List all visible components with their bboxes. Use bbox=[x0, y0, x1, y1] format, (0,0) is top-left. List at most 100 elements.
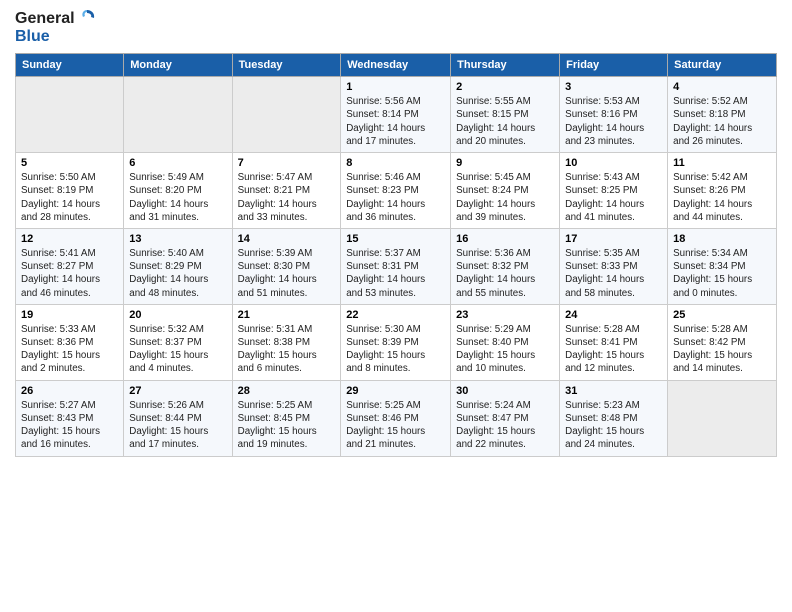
day-number: 31 bbox=[565, 385, 662, 397]
calendar-week-row: 1 Sunrise: 5:56 AM Sunset: 8:14 PM Daylig… bbox=[16, 77, 777, 153]
day-number: 22 bbox=[346, 309, 445, 321]
calendar-week-row: 19 Sunrise: 5:33 AM Sunset: 8:36 PM Dayli… bbox=[16, 304, 777, 380]
day-number: 14 bbox=[238, 233, 336, 245]
day-number: 11 bbox=[673, 157, 771, 169]
logo-blue-text: Blue bbox=[15, 28, 97, 46]
day-number: 30 bbox=[456, 385, 554, 397]
day-number: 21 bbox=[238, 309, 336, 321]
calendar-cell: 14Sunrise: 5:39 AM Sunset: 8:30 PM Dayli… bbox=[232, 228, 341, 304]
day-info: Sunrise: 5:31 AM Sunset: 8:38 PM Dayligh… bbox=[238, 323, 336, 376]
day-number: 26 bbox=[21, 385, 118, 397]
day-info: Sunrise: 5:52 AM Sunset: 8:18 PM Dayligh… bbox=[673, 95, 771, 148]
day-number: 3 bbox=[565, 81, 662, 93]
day-info: Sunrise: 5:23 AM Sunset: 8:48 PM Dayligh… bbox=[565, 399, 662, 452]
day-number: 4 bbox=[673, 81, 771, 93]
calendar-cell: 17 Sunrise: 5:35 AM Sunset: 8:33 PM Dayli… bbox=[560, 228, 668, 304]
calendar-cell: 29Sunrise: 5:25 AM Sunset: 8:46 PM Dayli… bbox=[341, 380, 451, 456]
calendar-cell: 24Sunrise: 5:28 AM Sunset: 8:41 PM Dayli… bbox=[560, 304, 668, 380]
day-number: 6 bbox=[129, 157, 226, 169]
day-info: Sunrise: 5:28 AM Sunset: 8:42 PM Dayligh… bbox=[673, 323, 771, 376]
calendar-table: SundayMondayTuesdayWednesdayThursdayFrid… bbox=[15, 53, 777, 456]
calendar-cell: 30 Sunrise: 5:24 AM Sunset: 8:47 PM Dayli… bbox=[451, 380, 560, 456]
logo-bird-icon bbox=[77, 7, 97, 27]
day-number: 10 bbox=[565, 157, 662, 169]
calendar-cell: 9 Sunrise: 5:45 AM Sunset: 8:24 PM Daylig… bbox=[451, 153, 560, 229]
calendar-header-thursday: Thursday bbox=[451, 54, 560, 77]
day-number: 12 bbox=[21, 233, 118, 245]
day-number: 16 bbox=[456, 233, 554, 245]
day-info: Sunrise: 5:29 AM Sunset: 8:40 PM Dayligh… bbox=[456, 323, 554, 376]
calendar-cell: 16Sunrise: 5:36 AM Sunset: 8:32 PM Dayli… bbox=[451, 228, 560, 304]
day-info: Sunrise: 5:35 AM Sunset: 8:33 PM Dayligh… bbox=[565, 247, 662, 300]
calendar-header-saturday: Saturday bbox=[668, 54, 777, 77]
day-number: 9 bbox=[456, 157, 554, 169]
day-info: Sunrise: 5:47 AM Sunset: 8:21 PM Dayligh… bbox=[238, 171, 336, 224]
calendar-header-row: SundayMondayTuesdayWednesdayThursdayFrid… bbox=[16, 54, 777, 77]
day-number: 17 bbox=[565, 233, 662, 245]
day-number: 13 bbox=[129, 233, 226, 245]
calendar-cell: 20 Sunrise: 5:32 AM Sunset: 8:37 PM Dayli… bbox=[124, 304, 232, 380]
calendar-cell: 25Sunrise: 5:28 AM Sunset: 8:42 PM Dayli… bbox=[668, 304, 777, 380]
calendar-cell: 23 Sunrise: 5:29 AM Sunset: 8:40 PM Dayli… bbox=[451, 304, 560, 380]
day-info: Sunrise: 5:28 AM Sunset: 8:41 PM Dayligh… bbox=[565, 323, 662, 376]
day-info: Sunrise: 5:26 AM Sunset: 8:44 PM Dayligh… bbox=[129, 399, 226, 452]
day-info: Sunrise: 5:55 AM Sunset: 8:15 PM Dayligh… bbox=[456, 95, 554, 148]
calendar-cell: 26 Sunrise: 5:27 AM Sunset: 8:43 PM Dayli… bbox=[16, 380, 124, 456]
day-info: Sunrise: 5:50 AM Sunset: 8:19 PM Dayligh… bbox=[21, 171, 118, 224]
logo-general-text: General bbox=[15, 10, 75, 28]
logo: General Blue bbox=[15, 10, 97, 45]
calendar-cell: 1 Sunrise: 5:56 AM Sunset: 8:14 PM Daylig… bbox=[341, 77, 451, 153]
day-info: Sunrise: 5:42 AM Sunset: 8:26 PM Dayligh… bbox=[673, 171, 771, 224]
calendar-week-row: 5 Sunrise: 5:50 AM Sunset: 8:19 PM Daylig… bbox=[16, 153, 777, 229]
day-info: Sunrise: 5:33 AM Sunset: 8:36 PM Dayligh… bbox=[21, 323, 118, 376]
day-number: 19 bbox=[21, 309, 118, 321]
calendar-week-row: 12 Sunrise: 5:41 AM Sunset: 8:27 PM Dayli… bbox=[16, 228, 777, 304]
calendar-cell: 19 Sunrise: 5:33 AM Sunset: 8:36 PM Dayli… bbox=[16, 304, 124, 380]
day-number: 27 bbox=[129, 385, 226, 397]
calendar-cell: 31 Sunrise: 5:23 AM Sunset: 8:48 PM Dayli… bbox=[560, 380, 668, 456]
calendar-cell: 12 Sunrise: 5:41 AM Sunset: 8:27 PM Dayli… bbox=[16, 228, 124, 304]
day-info: Sunrise: 5:56 AM Sunset: 8:14 PM Dayligh… bbox=[346, 95, 445, 148]
calendar-cell: 5 Sunrise: 5:50 AM Sunset: 8:19 PM Daylig… bbox=[16, 153, 124, 229]
day-info: Sunrise: 5:37 AM Sunset: 8:31 PM Dayligh… bbox=[346, 247, 445, 300]
calendar-header-sunday: Sunday bbox=[16, 54, 124, 77]
day-number: 7 bbox=[238, 157, 336, 169]
day-number: 23 bbox=[456, 309, 554, 321]
calendar-cell: 10 Sunrise: 5:43 AM Sunset: 8:25 PM Dayli… bbox=[560, 153, 668, 229]
day-info: Sunrise: 5:34 AM Sunset: 8:34 PM Dayligh… bbox=[673, 247, 771, 300]
day-number: 5 bbox=[21, 157, 118, 169]
calendar-cell bbox=[124, 77, 232, 153]
day-info: Sunrise: 5:25 AM Sunset: 8:45 PM Dayligh… bbox=[238, 399, 336, 452]
day-info: Sunrise: 5:43 AM Sunset: 8:25 PM Dayligh… bbox=[565, 171, 662, 224]
calendar-cell bbox=[232, 77, 341, 153]
calendar-cell: 22 Sunrise: 5:30 AM Sunset: 8:39 PM Dayli… bbox=[341, 304, 451, 380]
day-number: 1 bbox=[346, 81, 445, 93]
day-info: Sunrise: 5:30 AM Sunset: 8:39 PM Dayligh… bbox=[346, 323, 445, 376]
calendar-cell: 2 Sunrise: 5:55 AM Sunset: 8:15 PM Daylig… bbox=[451, 77, 560, 153]
day-number: 8 bbox=[346, 157, 445, 169]
day-info: Sunrise: 5:25 AM Sunset: 8:46 PM Dayligh… bbox=[346, 399, 445, 452]
calendar-header-monday: Monday bbox=[124, 54, 232, 77]
day-info: Sunrise: 5:40 AM Sunset: 8:29 PM Dayligh… bbox=[129, 247, 226, 300]
calendar-week-row: 26 Sunrise: 5:27 AM Sunset: 8:43 PM Dayli… bbox=[16, 380, 777, 456]
day-info: Sunrise: 5:32 AM Sunset: 8:37 PM Dayligh… bbox=[129, 323, 226, 376]
calendar-cell: 18 Sunrise: 5:34 AM Sunset: 8:34 PM Dayli… bbox=[668, 228, 777, 304]
day-number: 18 bbox=[673, 233, 771, 245]
day-info: Sunrise: 5:46 AM Sunset: 8:23 PM Dayligh… bbox=[346, 171, 445, 224]
logo-container: General Blue bbox=[15, 10, 97, 45]
calendar-cell: 8 Sunrise: 5:46 AM Sunset: 8:23 PM Daylig… bbox=[341, 153, 451, 229]
calendar-cell: 27 Sunrise: 5:26 AM Sunset: 8:44 PM Dayli… bbox=[124, 380, 232, 456]
calendar-header-friday: Friday bbox=[560, 54, 668, 77]
day-info: Sunrise: 5:27 AM Sunset: 8:43 PM Dayligh… bbox=[21, 399, 118, 452]
day-info: Sunrise: 5:24 AM Sunset: 8:47 PM Dayligh… bbox=[456, 399, 554, 452]
day-number: 20 bbox=[129, 309, 226, 321]
calendar-cell: 6Sunrise: 5:49 AM Sunset: 8:20 PM Daylig… bbox=[124, 153, 232, 229]
page: General Blue SundayMondayTuesdayWednesda… bbox=[0, 0, 792, 612]
day-info: Sunrise: 5:45 AM Sunset: 8:24 PM Dayligh… bbox=[456, 171, 554, 224]
calendar-cell: 4 Sunrise: 5:52 AM Sunset: 8:18 PM Daylig… bbox=[668, 77, 777, 153]
day-number: 2 bbox=[456, 81, 554, 93]
calendar-cell: 21 Sunrise: 5:31 AM Sunset: 8:38 PM Dayli… bbox=[232, 304, 341, 380]
day-info: Sunrise: 5:41 AM Sunset: 8:27 PM Dayligh… bbox=[21, 247, 118, 300]
header: General Blue bbox=[15, 10, 777, 45]
day-number: 28 bbox=[238, 385, 336, 397]
